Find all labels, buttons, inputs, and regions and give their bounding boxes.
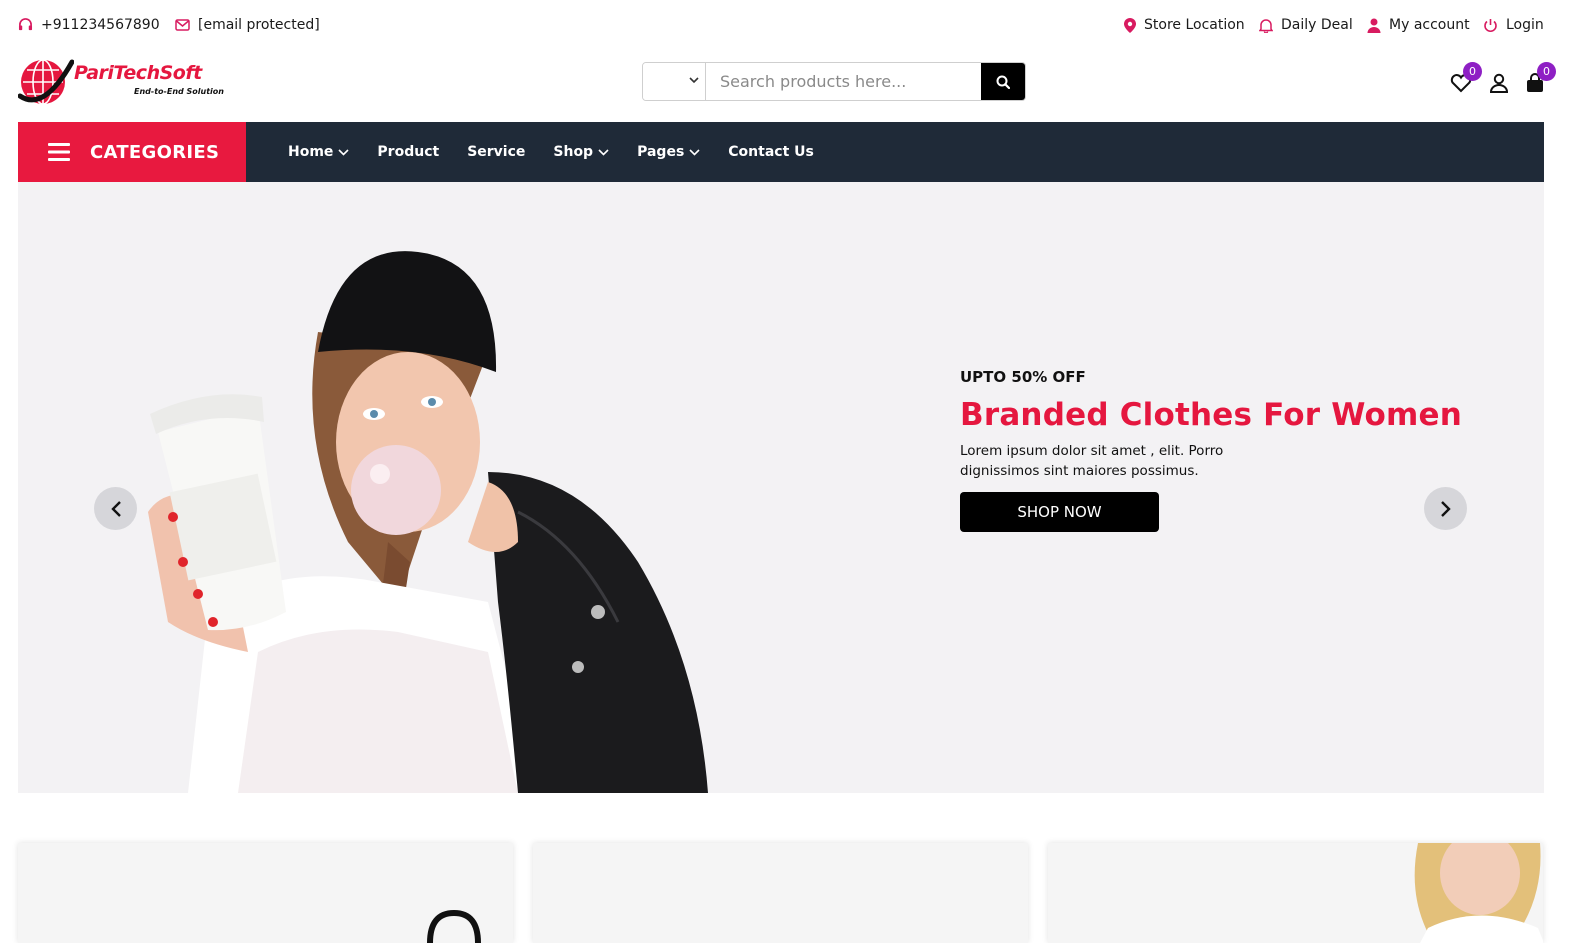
- email-address: [email protected]: [198, 17, 320, 33]
- headset-icon: [18, 18, 33, 32]
- login-label: Login: [1506, 17, 1544, 33]
- my-account-label: My account: [1389, 17, 1470, 33]
- power-icon: [1483, 18, 1498, 33]
- chevron-left-icon: [110, 500, 121, 517]
- nav-item-label: Home: [288, 144, 334, 160]
- nav-item-label: Service: [467, 144, 526, 160]
- chevron-down-icon: [598, 148, 609, 156]
- promo-model-image: [1414, 843, 1543, 943]
- chevron-down-icon: [338, 148, 349, 156]
- categories-label: CATEGORIES: [90, 141, 220, 163]
- chevron-down-icon: [689, 148, 700, 156]
- search-icon: [996, 75, 1010, 89]
- nav-links: Home Product Service Shop Pages Contact …: [288, 122, 842, 182]
- user-icon: [1367, 18, 1381, 33]
- phone-number: +911234567890: [41, 17, 160, 33]
- hero-title: Branded Clothes For Women: [960, 397, 1463, 433]
- slider-next-button[interactable]: [1424, 487, 1467, 530]
- email-contact[interactable]: [email protected]: [175, 14, 320, 36]
- hero-model-image: [148, 251, 708, 793]
- hamburger-menu-icon: [48, 143, 70, 161]
- globe-logo-icon: [18, 59, 74, 105]
- chevron-down-icon: [689, 77, 699, 84]
- cart-count-badge: 0: [1537, 62, 1556, 81]
- top-bar: +911234567890 [email protected] Store Lo…: [0, 0, 1579, 48]
- cart-button[interactable]: 0: [1522, 62, 1556, 96]
- categories-button[interactable]: CATEGORIES: [18, 122, 246, 182]
- store-location-label: Store Location: [1144, 17, 1245, 33]
- nav-item-label: Shop: [553, 144, 594, 160]
- promo-card[interactable]: [533, 843, 1028, 943]
- hero-description: Lorem ipsum dolor sit amet , elit. Porro…: [960, 443, 1224, 479]
- hero-slider: UPTO 50% OFF Branded Clothes For Women L…: [18, 182, 1544, 793]
- nav-item-label: Pages: [637, 144, 685, 160]
- search-button[interactable]: [981, 63, 1025, 100]
- chevron-right-icon: [1440, 500, 1451, 517]
- daily-deal-link[interactable]: Daily Deal: [1259, 14, 1353, 36]
- promo-card[interactable]: [1048, 843, 1543, 943]
- hero-subtitle: UPTO 50% OFF: [960, 368, 1086, 386]
- nav-item-product[interactable]: Product: [377, 144, 439, 160]
- category-select[interactable]: [643, 63, 706, 100]
- search-bar: [642, 62, 1026, 101]
- site-logo[interactable]: PariTechSoft End-to-End Solution: [18, 56, 224, 108]
- account-button[interactable]: [1486, 70, 1512, 96]
- nav-item-home[interactable]: Home: [288, 144, 349, 160]
- logo-wordmark: PariTechSoft: [74, 62, 202, 84]
- my-account-link[interactable]: My account: [1367, 14, 1470, 36]
- wishlist-button[interactable]: 0: [1448, 62, 1482, 96]
- promo-product-image: [427, 909, 481, 943]
- wishlist-count-badge: 0: [1463, 62, 1482, 81]
- nav-item-label: Product: [377, 144, 440, 160]
- store-location-link[interactable]: Store Location: [1124, 14, 1245, 36]
- login-link[interactable]: Login: [1483, 14, 1544, 36]
- main-header: PariTechSoft End-to-End Solution 0 0: [0, 48, 1579, 122]
- main-nav: CATEGORIES Home Product Service Shop Pag…: [18, 122, 1544, 182]
- envelope-icon: [175, 19, 190, 31]
- bell-icon: [1259, 18, 1273, 33]
- promo-card[interactable]: [18, 843, 513, 943]
- nav-item-shop[interactable]: Shop: [553, 144, 609, 160]
- shop-now-button[interactable]: SHOP NOW: [960, 492, 1159, 532]
- daily-deal-label: Daily Deal: [1281, 17, 1353, 33]
- phone-contact[interactable]: +911234567890: [18, 14, 160, 36]
- search-input[interactable]: [706, 63, 981, 100]
- logo-tagline: End-to-End Solution: [134, 87, 224, 96]
- nav-item-pages[interactable]: Pages: [637, 144, 700, 160]
- nav-item-contact-us[interactable]: Contact Us: [728, 144, 814, 160]
- nav-item-service[interactable]: Service: [467, 144, 525, 160]
- map-pin-icon: [1124, 17, 1136, 33]
- nav-item-label: Contact Us: [728, 144, 814, 160]
- user-outline-icon: [1489, 73, 1509, 93]
- slider-prev-button[interactable]: [94, 487, 137, 530]
